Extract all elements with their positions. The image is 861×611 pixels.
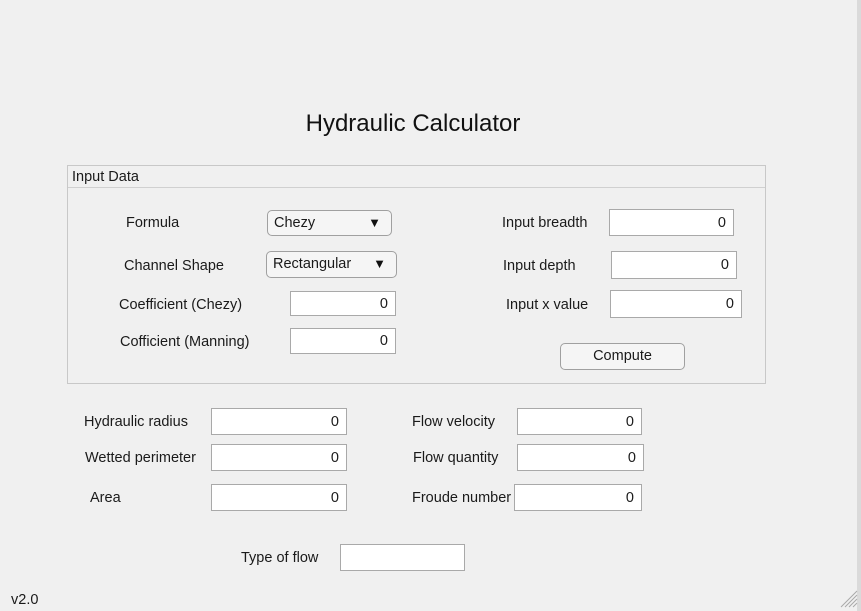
hydraulic-radius-output[interactable]: [211, 408, 347, 435]
version-label: v2.0: [11, 592, 39, 608]
breadth-label: Input breadth: [502, 215, 588, 231]
breadth-input[interactable]: [609, 209, 734, 236]
resize-grip-icon[interactable]: [838, 588, 858, 608]
x-value-label: Input x value: [506, 297, 589, 313]
froude-number-label: Froude number: [412, 490, 512, 506]
channel-shape-label: Channel Shape: [124, 258, 224, 274]
formula-label: Formula: [126, 215, 180, 231]
coefficient-manning-label: Cofficient (Manning): [120, 334, 250, 350]
coefficient-chezy-input[interactable]: [290, 291, 396, 316]
area-output[interactable]: [211, 484, 347, 511]
depth-label: Input depth: [503, 258, 576, 274]
chevron-down-icon: ▼: [373, 256, 386, 271]
panel-divider: [68, 187, 765, 188]
chevron-down-icon: ▼: [368, 215, 381, 230]
flow-velocity-output[interactable]: [517, 408, 642, 435]
compute-button[interactable]: Compute: [560, 343, 685, 370]
hydraulic-radius-label: Hydraulic radius: [84, 414, 188, 430]
x-value-input[interactable]: [610, 290, 742, 318]
flow-quantity-label: Flow quantity: [413, 450, 499, 466]
app-title: Hydraulic Calculator: [305, 110, 521, 137]
type-of-flow-label: Type of flow: [241, 550, 319, 566]
vertical-scrollbar[interactable]: [857, 0, 861, 611]
wetted-perimeter-label: Wetted perimeter: [85, 450, 196, 466]
flow-velocity-label: Flow velocity: [412, 414, 495, 430]
channel-shape-selected-value: Rectangular: [273, 256, 352, 272]
flow-quantity-output[interactable]: [517, 444, 644, 471]
froude-number-output[interactable]: [514, 484, 642, 511]
type-of-flow-output[interactable]: [340, 544, 465, 571]
wetted-perimeter-output[interactable]: [211, 444, 347, 471]
area-label: Area: [90, 490, 121, 506]
depth-input[interactable]: [611, 251, 737, 279]
coefficient-chezy-label: Coefficient (Chezy): [119, 297, 243, 313]
channel-shape-dropdown[interactable]: Rectangular ▼: [266, 251, 397, 278]
coefficient-manning-input[interactable]: [290, 328, 396, 354]
formula-selected-value: Chezy: [274, 215, 316, 231]
input-data-panel-title: Input Data: [72, 169, 139, 185]
formula-dropdown[interactable]: Chezy ▼: [267, 210, 392, 236]
